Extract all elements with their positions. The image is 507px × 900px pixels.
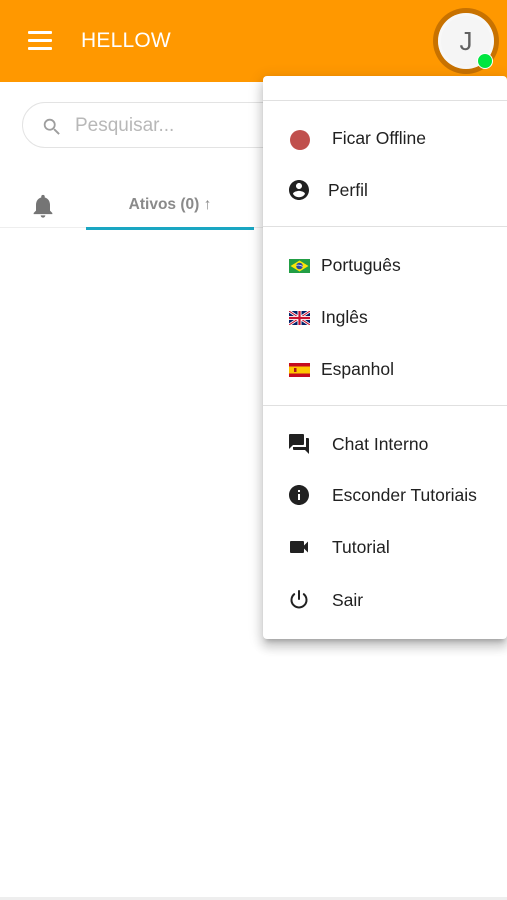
- menu-item-label: Chat Interno: [332, 434, 429, 454]
- menu-item-label: Português: [321, 255, 401, 275]
- menu-divider: [263, 405, 507, 406]
- menu-item-label: Ficar Offline: [332, 128, 427, 148]
- menu-item-logout[interactable]: Sair: [263, 576, 507, 624]
- brazil-flag-icon: [289, 259, 310, 273]
- spain-flag-icon: [289, 363, 310, 377]
- app-title: HELLOW: [81, 29, 171, 52]
- menu-item-go-offline[interactable]: Ficar Offline: [263, 114, 507, 162]
- menu-item-hide-tutorials[interactable]: Esconder Tutoriais: [263, 471, 507, 519]
- account-circle-icon: [289, 180, 309, 200]
- search-icon: [43, 118, 60, 135]
- menu-item-lang-spanish[interactable]: Espanhol: [263, 345, 507, 393]
- tab-indicator: [86, 227, 254, 230]
- videocam-icon: [290, 541, 308, 553]
- menu-item-profile[interactable]: Perfil: [263, 166, 507, 214]
- menu-item-label: Sair: [332, 590, 364, 610]
- forum-icon: [289, 434, 309, 454]
- offline-status-dot: [290, 130, 310, 150]
- menu-item-label: Tutorial: [332, 537, 390, 557]
- online-status-indicator: [477, 53, 493, 69]
- info-icon: [289, 485, 309, 505]
- user-avatar-button[interactable]: J: [433, 8, 499, 74]
- menu-item-label: Espanhol: [321, 359, 394, 379]
- uk-flag-icon: [289, 311, 310, 325]
- bell-icon[interactable]: [29, 192, 57, 220]
- menu-divider: [263, 226, 507, 227]
- menu-item-label: Perfil: [328, 180, 368, 200]
- top-app-bar: HELLOW J: [0, 0, 507, 82]
- menu-item-label: Inglês: [321, 307, 368, 327]
- hamburger-menu-icon[interactable]: [24, 26, 56, 56]
- menu-item-tutorial[interactable]: Tutorial: [263, 523, 507, 571]
- menu-divider: [263, 100, 507, 101]
- search-input[interactable]: [75, 111, 275, 141]
- tab-active-label: Ativos (0) ↑: [128, 196, 212, 213]
- menu-item-lang-english[interactable]: Inglês: [263, 293, 507, 341]
- menu-item-lang-portuguese[interactable]: Português: [263, 241, 507, 289]
- menu-item-internal-chat[interactable]: Chat Interno: [263, 420, 507, 468]
- tab-active-tickets[interactable]: Ativos (0) ↑: [86, 180, 254, 230]
- menu-item-label: Esconder Tutoriais: [332, 485, 477, 505]
- power-icon: [290, 590, 308, 609]
- user-dropdown-menu: Ficar Offline Perfil Português Inglês Es…: [263, 76, 507, 639]
- search-box: [22, 102, 292, 148]
